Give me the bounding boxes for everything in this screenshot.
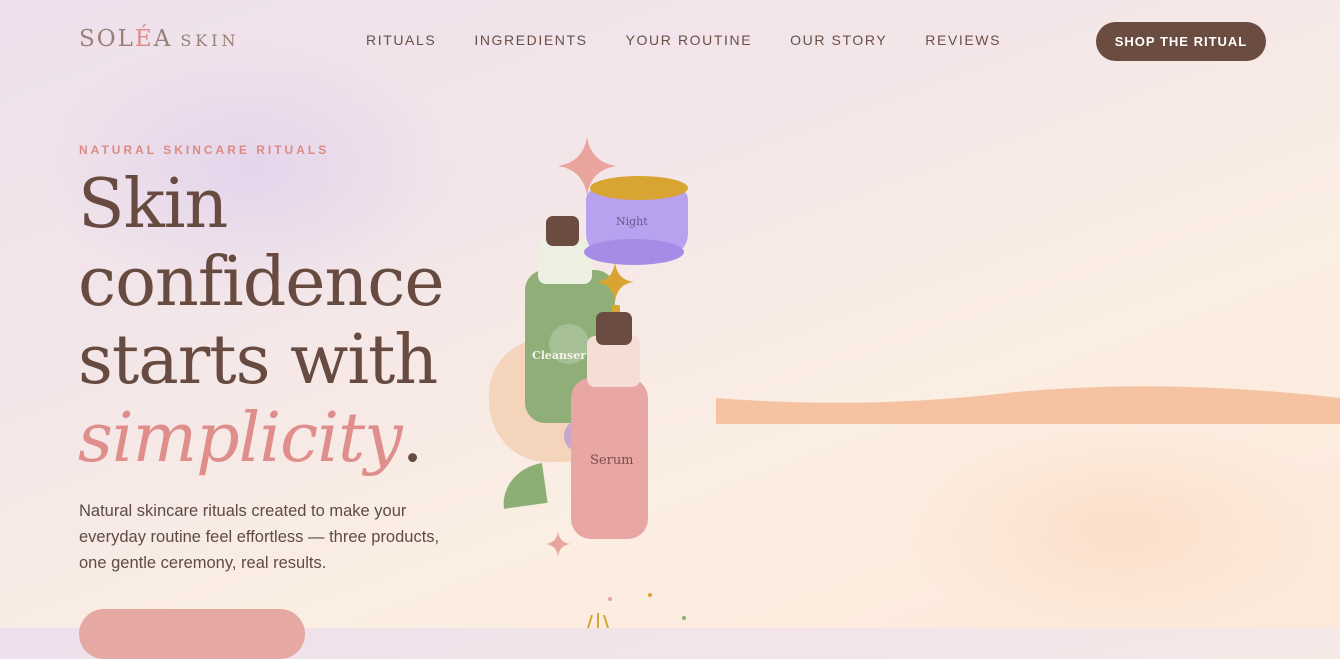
logo-text-end: A	[153, 26, 173, 52]
nav-link-our-story[interactable]: OUR STORY	[790, 32, 887, 48]
nav-link-your-routine[interactable]: YOUR ROUTINE	[626, 32, 753, 48]
horizon-wave	[716, 386, 1340, 424]
hero-cta-button[interactable]	[79, 609, 305, 659]
headline-line-4: simplicity.	[78, 400, 444, 478]
logo-wordmark: SOLÉA	[79, 26, 172, 52]
hero-eyebrow: NATURAL SKINCARE RITUALS	[79, 143, 330, 157]
background-glow	[900, 420, 1340, 640]
hero-description: Natural skincare rituals created to make…	[79, 502, 440, 572]
headline-accent: simplicity	[78, 399, 403, 478]
main-nav: RITUALS INGREDIENTS YOUR ROUTINE OUR STO…	[366, 32, 1001, 48]
night-jar-lid	[590, 176, 688, 200]
headline-line-2: confidence	[78, 243, 445, 322]
site-header: SOLÉA SKIN RITUALS INGREDIENTS YOUR ROUT…	[0, 0, 1340, 84]
logo-text-start: SOL	[79, 26, 135, 52]
serum-label: Serum	[590, 453, 634, 468]
nav-link-rituals[interactable]: RITUALS	[366, 32, 436, 48]
sparkle-icon	[545, 531, 571, 557]
nav-link-reviews[interactable]: REVIEWS	[925, 32, 1001, 48]
logo-subtitle: SKIN	[180, 31, 240, 50]
night-label: Night	[616, 215, 648, 228]
serum-cap	[596, 312, 632, 345]
logo[interactable]: SOLÉA SKIN	[79, 26, 240, 52]
leaf-icon	[498, 463, 548, 509]
headline-line-3: starts with	[78, 321, 438, 400]
product-illustration: Cleanser Night Serum	[470, 125, 720, 628]
headline-period: .	[401, 399, 424, 478]
cleanser-cap	[546, 216, 579, 246]
confetti-icon	[587, 593, 686, 628]
hero-headline: Skin confidence starts with simplicity.	[78, 165, 445, 478]
nav-link-ingredients[interactable]: INGREDIENTS	[474, 32, 587, 48]
star-icon	[596, 262, 634, 302]
headline-line-1: Skin	[78, 165, 228, 244]
shop-the-ritual-button[interactable]: SHOP THE RITUAL	[1096, 22, 1266, 61]
logo-text-accent: É	[134, 26, 154, 52]
